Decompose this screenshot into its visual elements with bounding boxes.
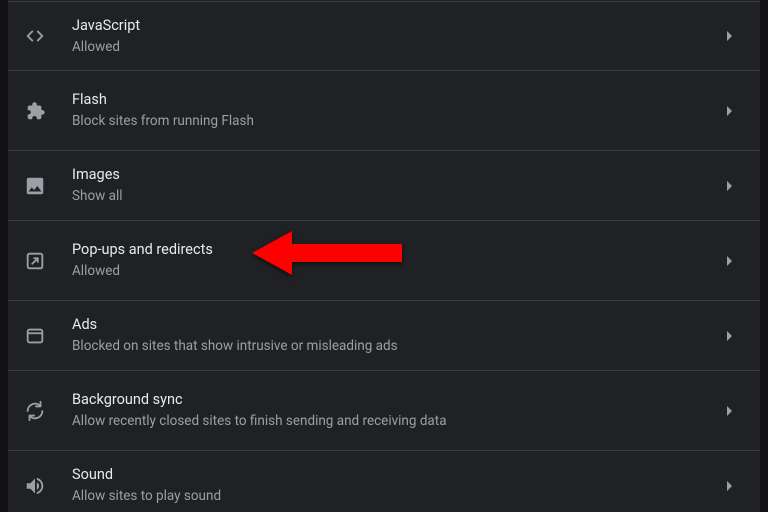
setting-row-images[interactable]: Images Show all: [8, 151, 760, 221]
code-icon: [24, 25, 72, 47]
chevron-right-icon: [720, 255, 740, 267]
setting-subtitle: Allowed: [72, 39, 720, 56]
chevron-right-icon: [720, 180, 740, 192]
setting-title: Flash: [72, 91, 720, 109]
setting-row-flash[interactable]: Flash Block sites from running Flash: [8, 71, 760, 151]
setting-row-popups[interactable]: Pop-ups and redirects Allowed: [8, 221, 760, 301]
setting-text: Images Show all: [72, 166, 720, 205]
setting-text: Sound Allow sites to play sound: [72, 466, 720, 505]
setting-title: Sound: [72, 466, 720, 484]
chevron-right-icon: [720, 105, 740, 117]
setting-title: Ads: [72, 316, 720, 334]
setting-subtitle: Allowed: [72, 263, 720, 280]
setting-title: Images: [72, 166, 720, 184]
setting-row-ads[interactable]: Ads Blocked on sites that show intrusive…: [8, 301, 760, 371]
setting-subtitle: Show all: [72, 188, 720, 205]
setting-title: Background sync: [72, 391, 720, 409]
site-settings-list: JavaScript Allowed Flash Block sites fro…: [8, 0, 760, 512]
setting-text: JavaScript Allowed: [72, 17, 720, 56]
chevron-right-icon: [720, 330, 740, 342]
setting-text: Pop-ups and redirects Allowed: [72, 241, 720, 280]
setting-text: Ads Blocked on sites that show intrusive…: [72, 316, 720, 355]
setting-subtitle: Blocked on sites that show intrusive or …: [72, 338, 720, 355]
chevron-right-icon: [720, 480, 740, 492]
chevron-right-icon: [720, 30, 740, 42]
setting-title: Pop-ups and redirects: [72, 241, 720, 259]
setting-row-background-sync[interactable]: Background sync Allow recently closed si…: [8, 371, 760, 451]
setting-row-javascript[interactable]: JavaScript Allowed: [8, 1, 760, 71]
image-icon: [24, 175, 72, 197]
popup-icon: [24, 250, 72, 272]
chevron-right-icon: [720, 405, 740, 417]
setting-text: Background sync Allow recently closed si…: [72, 391, 720, 430]
setting-row-sound[interactable]: Sound Allow sites to play sound: [8, 451, 760, 512]
setting-text: Flash Block sites from running Flash: [72, 91, 720, 130]
sound-icon: [24, 475, 72, 497]
sync-icon: [24, 400, 72, 422]
window-icon: [24, 325, 72, 347]
setting-subtitle: Allow sites to play sound: [72, 488, 720, 505]
setting-subtitle: Allow recently closed sites to finish se…: [72, 413, 720, 430]
puzzle-icon: [24, 100, 72, 122]
setting-subtitle: Block sites from running Flash: [72, 113, 720, 130]
setting-title: JavaScript: [72, 17, 720, 35]
